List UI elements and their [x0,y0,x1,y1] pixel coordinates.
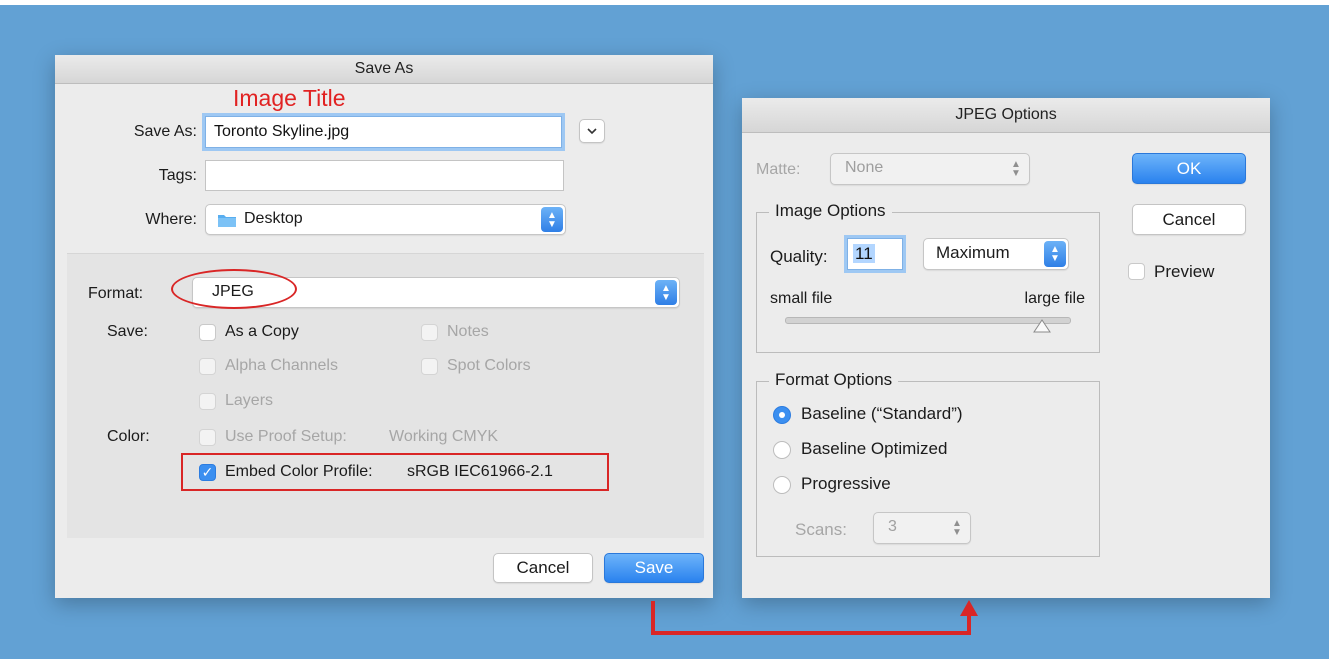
progressive-label: Progressive [801,474,891,493]
preview-label: Preview [1154,262,1215,281]
cancel-button[interactable]: Cancel [493,553,593,583]
notes-checkbox[interactable] [421,324,438,341]
layers-checkbox[interactable] [199,393,216,410]
progressive-radio[interactable] [773,476,791,494]
quality-preset-value: Maximum [936,243,1010,262]
tags-input[interactable] [205,160,564,191]
layers-label: Layers [225,392,274,409]
dialog-title: Save As [55,55,713,84]
working-cmyk-label: Working CMYK [389,428,499,445]
matte-popup[interactable]: None ▲ ▼ [830,153,1030,185]
as-a-copy-checkbox[interactable] [199,324,216,341]
scans-value: 3 [888,518,897,535]
screenshot-canvas: { "annotation": { "image_title": "Image … [0,0,1329,659]
scans-popup[interactable]: 3 ▲ ▼ [873,512,971,544]
arrow-head-icon [960,600,978,616]
updown-icon: ▲ ▼ [1011,159,1021,179]
where-value: Desktop [244,210,303,227]
baseline-standard-label: Baseline (“Standard”) [801,404,963,423]
save-button[interactable]: Save [604,553,704,583]
chevron-down-icon [587,128,597,135]
updown-icon: ▲ ▼ [541,207,563,232]
color-label: Color: [107,428,150,445]
jpeg-options-dialog: JPEG Options Matte: None ▲ ▼ OK Cancel Pr… [742,98,1270,598]
embed-profile-annotation-box [181,453,609,491]
quality-input[interactable]: 11 [847,238,903,270]
scans-label: Scans: [795,520,847,539]
alpha-channels-checkbox[interactable] [199,358,216,375]
dialog-title: JPEG Options [742,98,1270,133]
updown-icon: ▲ ▼ [1044,241,1066,267]
expand-dialog-button[interactable] [579,119,605,143]
format-options-legend: Format Options [769,370,899,390]
updown-icon: ▲ ▼ [655,280,677,305]
arrow-line [651,601,971,635]
format-annotation-oval [171,269,297,309]
save-options-label: Save: [107,323,148,340]
folder-icon [218,215,236,227]
baseline-optimized-radio[interactable] [773,441,791,459]
top-border [0,0,1329,5]
matte-label: Matte: [756,161,801,178]
alpha-channels-label: Alpha Channels [225,357,338,374]
notes-label: Notes [447,323,489,340]
cancel-button[interactable]: Cancel [1132,204,1246,235]
baseline-optimized-label: Baseline Optimized [801,439,948,458]
quality-value: 11 [853,244,875,263]
format-options-group: Format Options Baseline (“Standard”) Bas… [756,370,1100,557]
save-as-dialog: Save As Image Title Save As: Tags: Where… [55,55,713,598]
baseline-standard-radio[interactable] [773,406,791,424]
as-a-copy-label: As a Copy [225,323,299,340]
filename-input[interactable] [205,116,562,148]
updown-icon: ▲ ▼ [952,518,962,538]
options-panel: Format: JPEG ▲ ▼ Save: As a Copy Notes Al… [67,253,704,538]
use-proof-setup-checkbox[interactable] [199,429,216,446]
save-as-label: Save As: [133,123,197,140]
where-popup[interactable]: Desktop ▲ ▼ [205,204,566,235]
image-options-legend: Image Options [769,201,892,221]
where-label: Where: [145,211,197,228]
large-file-label: large file [1024,290,1085,307]
quality-label: Quality: [770,247,828,266]
image-title-annotation: Image Title [233,85,346,111]
matte-value: None [845,159,884,176]
format-label: Format: [88,285,144,302]
spot-colors-label: Spot Colors [447,357,531,374]
ok-button[interactable]: OK [1132,153,1246,184]
quality-slider-track[interactable] [785,317,1071,324]
tags-label: Tags: [158,167,197,184]
quality-preset-popup[interactable]: Maximum ▲ ▼ [923,238,1069,270]
preview-checkbox[interactable] [1128,263,1145,280]
quality-slider-thumb[interactable] [1033,319,1051,333]
spot-colors-checkbox[interactable] [421,358,438,375]
use-proof-setup-label: Use Proof Setup: [225,428,347,445]
small-file-label: small file [770,290,833,307]
image-options-group: Image Options Quality: 11 Maximum ▲ ▼ sma… [756,201,1100,353]
